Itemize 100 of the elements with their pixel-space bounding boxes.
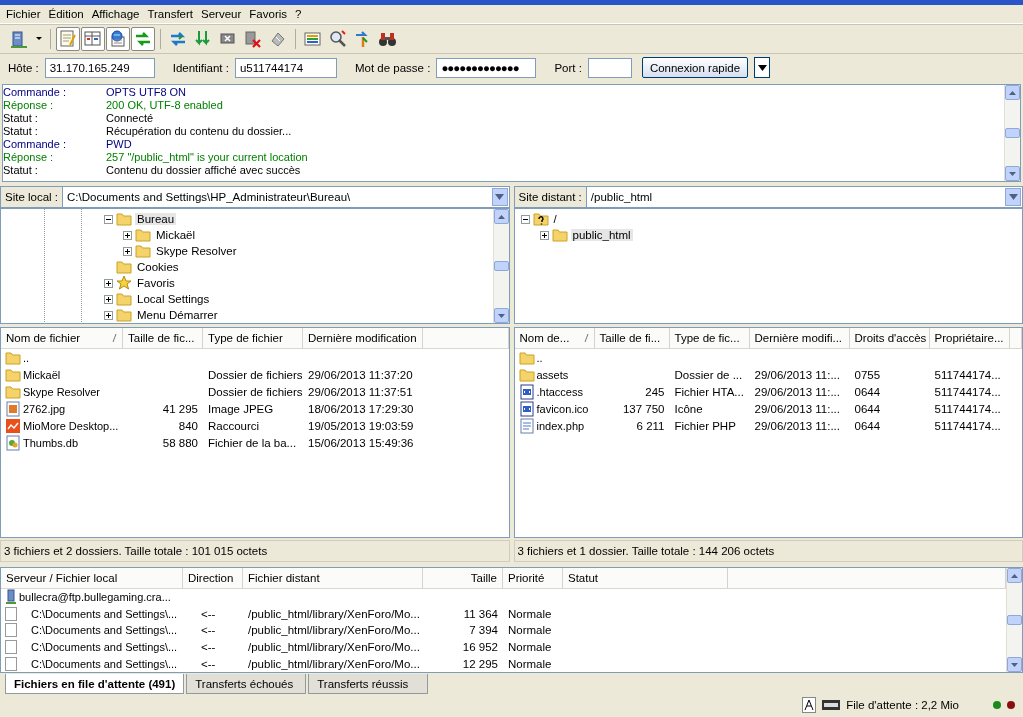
checkbox[interactable] bbox=[5, 623, 17, 638]
expand-box[interactable] bbox=[123, 246, 132, 256]
input-field[interactable]: 31.170.165.249 bbox=[44, 57, 155, 78]
input-field[interactable] bbox=[587, 57, 632, 78]
file-path[interactable]: C:\Documents and Settings\... bbox=[31, 607, 178, 620]
menu-item[interactable]: Favoris bbox=[245, 8, 291, 20]
dropdown-arrow-icon[interactable] bbox=[757, 64, 767, 71]
tree-item[interactable]: Skype Resolver bbox=[154, 245, 239, 257]
scrollbar[interactable] bbox=[1006, 568, 1022, 672]
expand-box[interactable] bbox=[104, 310, 113, 320]
tree-item[interactable]: / bbox=[551, 213, 559, 225]
path-field[interactable]: C:\Documents and Settings\HP_Administrateur\Bureau\ bbox=[63, 191, 492, 203]
file-path[interactable]: C:\Documents and Settings\... bbox=[31, 657, 178, 670]
folder-icon bbox=[116, 211, 132, 227]
expand-box[interactable] bbox=[539, 230, 549, 240]
file-name[interactable]: .htaccess bbox=[536, 385, 583, 398]
tab[interactable]: Transferts échoués bbox=[186, 674, 307, 694]
column-header[interactable]: Fichier distant bbox=[243, 568, 423, 588]
menu-item[interactable]: Édition bbox=[44, 8, 88, 20]
scroll-up-icon[interactable] bbox=[497, 214, 505, 219]
file-name[interactable]: Thumbs.db bbox=[23, 436, 79, 449]
file-name[interactable]: favicon.ico bbox=[536, 402, 589, 415]
scrollbar[interactable] bbox=[1004, 85, 1020, 181]
server-icon[interactable] bbox=[10, 29, 30, 49]
web-file-icon bbox=[518, 400, 535, 417]
expand-box[interactable] bbox=[123, 230, 132, 240]
file-name[interactable]: Skype Resolver bbox=[23, 385, 101, 398]
tree-item[interactable]: Mickaël bbox=[154, 229, 197, 241]
folder-icon bbox=[135, 227, 151, 243]
menu-item[interactable]: ? bbox=[291, 8, 306, 20]
scroll-down-icon[interactable] bbox=[1009, 171, 1016, 176]
scrollbar[interactable] bbox=[492, 209, 509, 323]
file-path[interactable]: C:\Documents and Settings\... bbox=[31, 640, 178, 653]
column-header[interactable]: Nom de fichier bbox=[1, 328, 123, 348]
file-name[interactable]: assets bbox=[536, 368, 569, 381]
scroll-thumb[interactable] bbox=[1005, 128, 1020, 138]
compare-icon[interactable] bbox=[303, 29, 323, 49]
scroll-thumb[interactable] bbox=[493, 261, 509, 271]
column-header[interactable]: Dernière modification bbox=[303, 328, 423, 348]
font-icon bbox=[802, 697, 817, 713]
log-message: Contenu du dossier affiché avec succès bbox=[106, 164, 302, 177]
menu-item[interactable]: Serveur bbox=[197, 8, 246, 20]
scroll-up-icon[interactable] bbox=[1009, 90, 1016, 95]
table-cell-text: /public_html/library/XenForo/Mo... bbox=[247, 607, 421, 620]
menu-item[interactable]: Affichage bbox=[87, 8, 144, 20]
disconnect-icon[interactable] bbox=[243, 29, 263, 49]
server-name[interactable]: bullecra@ftp.bullegaming.cra... bbox=[19, 590, 171, 603]
image-file-icon bbox=[5, 400, 21, 417]
file-name[interactable]: .. bbox=[23, 351, 30, 364]
tree-item[interactable]: public_html bbox=[570, 229, 633, 241]
menu-item[interactable]: Fichier bbox=[2, 8, 45, 20]
checkbox[interactable] bbox=[5, 639, 17, 654]
tree-item[interactable]: Bureau bbox=[135, 213, 177, 225]
column-header[interactable]: Direction bbox=[183, 568, 243, 588]
column-header[interactable]: Statut bbox=[563, 568, 728, 588]
tree-item[interactable]: Menu Démarrer bbox=[135, 309, 220, 321]
file-name[interactable]: 2762.jpg bbox=[23, 402, 66, 415]
file-name[interactable]: index.php bbox=[536, 419, 585, 432]
scroll-up-icon[interactable] bbox=[1011, 573, 1018, 578]
tree-item[interactable]: Local Settings bbox=[135, 293, 212, 305]
file-name[interactable]: Mickaël bbox=[23, 368, 61, 381]
checkbox[interactable] bbox=[5, 606, 17, 621]
folder-icon bbox=[116, 291, 132, 307]
checkbox[interactable] bbox=[5, 656, 17, 671]
column-header[interactable]: Nom de... bbox=[514, 328, 595, 348]
column-header[interactable]: Dernière modifi... bbox=[749, 328, 850, 348]
password-field[interactable]: ●●●●●●●●●●●●● bbox=[436, 57, 537, 78]
queue-size: File d'attente : 2,2 Mio bbox=[846, 699, 959, 711]
tree-item[interactable]: Cookies bbox=[135, 261, 181, 273]
column-header[interactable]: Priorité bbox=[503, 568, 563, 588]
expand-box[interactable] bbox=[104, 294, 113, 304]
scroll-down-icon[interactable] bbox=[1011, 662, 1018, 667]
column-header[interactable]: Taille de fic... bbox=[123, 328, 203, 348]
tab[interactable]: Transferts réussis bbox=[308, 674, 429, 694]
file-name[interactable]: .. bbox=[536, 351, 543, 364]
column-header[interactable]: Taille bbox=[423, 568, 503, 588]
path-field[interactable]: /public_html bbox=[586, 191, 1005, 203]
column-header[interactable]: Type de fichier bbox=[203, 328, 303, 348]
search-icon[interactable] bbox=[328, 29, 348, 49]
collapse-box[interactable] bbox=[520, 214, 530, 224]
file-path[interactable]: C:\Documents and Settings\... bbox=[31, 624, 178, 637]
column-header[interactable]: Taille de fi... bbox=[594, 328, 670, 348]
column-header[interactable]: Droits d'accès bbox=[849, 328, 930, 348]
input-field[interactable]: u511744174 bbox=[234, 57, 337, 78]
file-name[interactable]: MioMore Desktop... bbox=[23, 419, 119, 432]
tree-item[interactable]: Favoris bbox=[135, 277, 177, 289]
table-cell-text: 11 364 bbox=[462, 607, 499, 620]
menu-item[interactable]: Transfert bbox=[143, 8, 198, 20]
collapse-box[interactable] bbox=[104, 214, 113, 224]
table-cell-text: /public_html/library/XenForo/Mo... bbox=[247, 657, 421, 670]
quickconnect-button[interactable]: Connexion rapide bbox=[641, 57, 749, 78]
folder-icon bbox=[135, 243, 151, 259]
log-label: Commande : bbox=[3, 86, 67, 99]
scroll-thumb[interactable] bbox=[1007, 615, 1022, 625]
column-header[interactable]: Type de fic... bbox=[669, 328, 750, 348]
scroll-down-icon[interactable] bbox=[497, 313, 505, 318]
column-header[interactable]: Propriétaire... bbox=[929, 328, 1010, 348]
tab[interactable]: Fichiers en file d'attente (491) bbox=[5, 674, 185, 694]
column-header[interactable]: Serveur / Fichier local bbox=[1, 568, 183, 588]
expand-box[interactable] bbox=[104, 278, 113, 288]
